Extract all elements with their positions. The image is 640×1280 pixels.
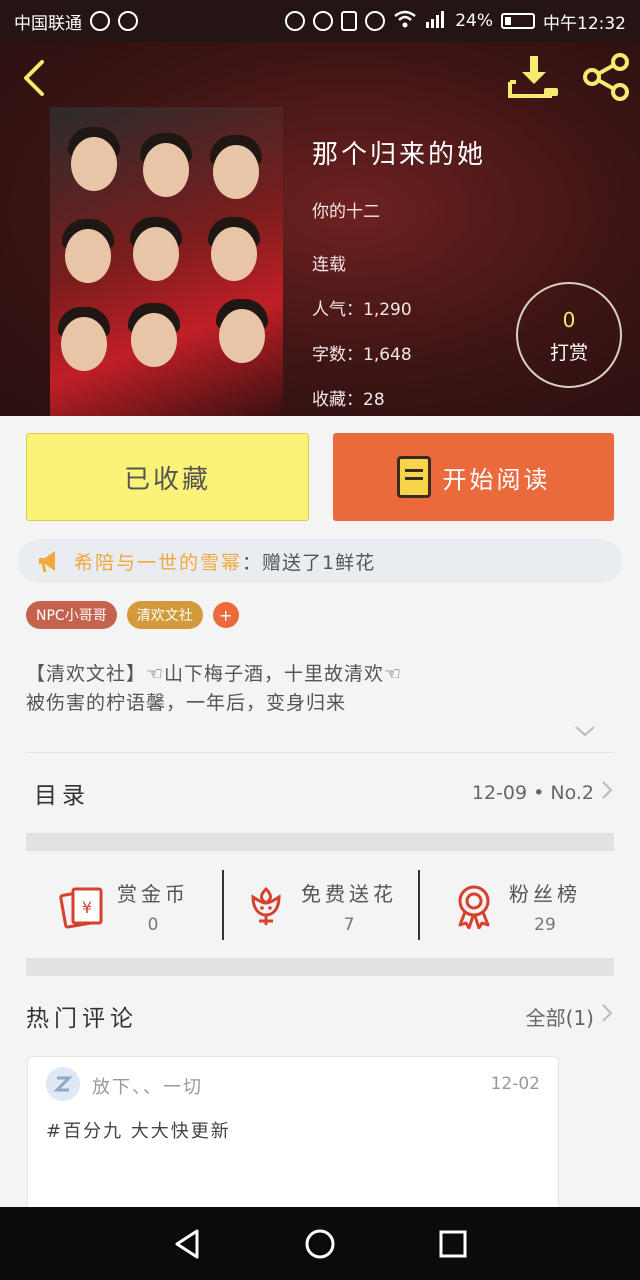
book-icon (396, 456, 431, 498)
download-icon (508, 56, 558, 98)
comment-username[interactable]: 放下、、一切 (92, 1073, 203, 1099)
coins-value: 0 (147, 914, 159, 935)
coins-text: 赏金币 0 (117, 878, 189, 935)
book-description: 【清欢文社】☜山下梅子酒，十里故清欢☜ 被伤害的柠语馨，一年后，变身归来 (26, 660, 616, 718)
share-icon (583, 53, 629, 101)
book-status: 连载 (312, 255, 346, 275)
nav-recents-button[interactable] (435, 1226, 471, 1262)
system-nav-bar (0, 1207, 640, 1280)
reward-count: 0 (562, 308, 576, 332)
flowers-value: 7 (343, 914, 355, 935)
app-notification-icon (90, 11, 110, 31)
download-button[interactable] (508, 54, 560, 100)
gift-user[interactable]: 希陪与一世的雪幂 (74, 548, 242, 575)
back-button[interactable] (18, 58, 58, 98)
fans-value: 29 (534, 914, 556, 935)
divider (26, 752, 614, 753)
book-header: 那个归来的她 你的十二 连载 人气：1,290 字数：1,648 收藏：28 0… (0, 42, 640, 416)
clock: 中午12:32 (543, 13, 626, 34)
wifi-icon (393, 9, 417, 34)
reward-button[interactable]: 0 打赏 (516, 282, 622, 388)
eye-comfort-icon (365, 11, 386, 31)
hd-call-icon (313, 11, 334, 31)
collected-label: 已收藏 (123, 464, 211, 495)
book-word-count: 字数：1,648 (312, 345, 412, 365)
description-line: 被伤害的柠语馨，一年后，变身归来 (26, 692, 347, 714)
reward-label: 打赏 (549, 342, 588, 364)
fans-stat[interactable]: 粉丝榜 29 (418, 858, 614, 954)
tag-list: NPC小哥哥 清欢文社 + (26, 601, 239, 629)
tag-item[interactable]: 清欢文社 (126, 601, 203, 629)
start-reading-label: 开始阅读 (442, 465, 551, 494)
wechat-icon (118, 11, 138, 31)
section-separator (26, 833, 614, 851)
book-author[interactable]: 你的十二 (312, 197, 486, 222)
fans-label: 粉丝榜 (509, 881, 581, 906)
comment-date: 12-02 (490, 1074, 540, 1094)
square-recents-icon (439, 1230, 467, 1257)
status-left: 中国联通 (14, 9, 138, 34)
chevron-right-icon (600, 1002, 614, 1030)
battery-icon (501, 13, 535, 29)
coins-label: 赏金币 (117, 881, 189, 906)
medal-icon (451, 883, 497, 930)
toc-latest-chapter: 12-09 • No.2 (472, 779, 614, 807)
battery-percent: 24% (455, 11, 493, 31)
flower-icon (243, 883, 289, 929)
book-favorites: 收藏：28 (312, 390, 385, 410)
gift-text: ：赠送了1鲜花 (242, 551, 376, 574)
book-title: 那个归来的她 (312, 140, 487, 170)
book-cover-image[interactable] (50, 107, 283, 416)
fans-text: 粉丝榜 29 (509, 878, 581, 935)
carrier-label: 中国联通 (14, 13, 82, 34)
svg-text:¥: ¥ (82, 898, 92, 917)
avatar[interactable] (46, 1067, 80, 1101)
all-comments-label: 全部(1) (525, 1005, 594, 1030)
gift-banner[interactable]: 希陪与一世的雪幂 ：赠送了1鲜花 (18, 539, 622, 583)
flowers-text: 免费送花 7 (301, 878, 397, 935)
book-info: 那个归来的她 你的十二 连载 人气：1,290 字数：1,648 收藏：28 (312, 134, 486, 416)
expand-description-icon[interactable] (574, 722, 596, 744)
book-popularity: 人气：1,290 (312, 300, 412, 320)
status-right: 24% 中午12:32 (285, 9, 626, 34)
start-reading-button[interactable]: 开始阅读 (333, 433, 614, 521)
status-bar: 中国联通 24% 中午12:32 (0, 0, 640, 42)
tag-item[interactable]: NPC小哥哥 (26, 601, 117, 629)
chevron-right-icon (600, 779, 614, 807)
vibrate-icon (341, 11, 358, 31)
toc-row[interactable]: 目录 12-09 • No.2 (26, 770, 614, 816)
section-separator (26, 958, 614, 976)
nav-home-button[interactable] (302, 1226, 338, 1262)
coins-stat[interactable]: ¥ 赏金币 0 (26, 858, 222, 954)
comment-card[interactable]: 放下、、一切 12-02 #百分九 大大快更新 (27, 1056, 559, 1226)
megaphone-icon (36, 548, 62, 574)
comment-text: #百分九 大大快更新 (46, 1121, 231, 1142)
red-envelope-icon: ¥ (59, 883, 105, 929)
all-comments-link[interactable]: 全部(1) (526, 1002, 614, 1031)
signal-icon (425, 10, 447, 33)
flowers-stat[interactable]: 免费送花 7 (222, 858, 418, 954)
share-button[interactable] (580, 52, 632, 102)
triangle-back-icon (175, 1229, 199, 1258)
back-arrow-icon (24, 60, 44, 96)
circle-home-icon (305, 1229, 335, 1258)
add-tag-button[interactable]: + (212, 602, 239, 628)
description-line: 【清欢文社】☜山下梅子酒，十里故清欢☜ (26, 663, 403, 685)
headset-icon (285, 11, 306, 31)
comments-title: 热门评论 (26, 1006, 138, 1032)
toc-latest-text: 12-09 • No.2 (471, 782, 594, 804)
collected-button[interactable]: 已收藏 (26, 433, 309, 521)
comments-header: 热门评论 全部(1) (26, 994, 614, 1038)
stats-row: ¥ 赏金币 0 免费送花 7 粉丝榜 29 (26, 858, 614, 954)
toc-label: 目录 (34, 783, 90, 809)
flowers-label: 免费送花 (301, 881, 397, 906)
nav-back-button[interactable] (169, 1226, 205, 1262)
